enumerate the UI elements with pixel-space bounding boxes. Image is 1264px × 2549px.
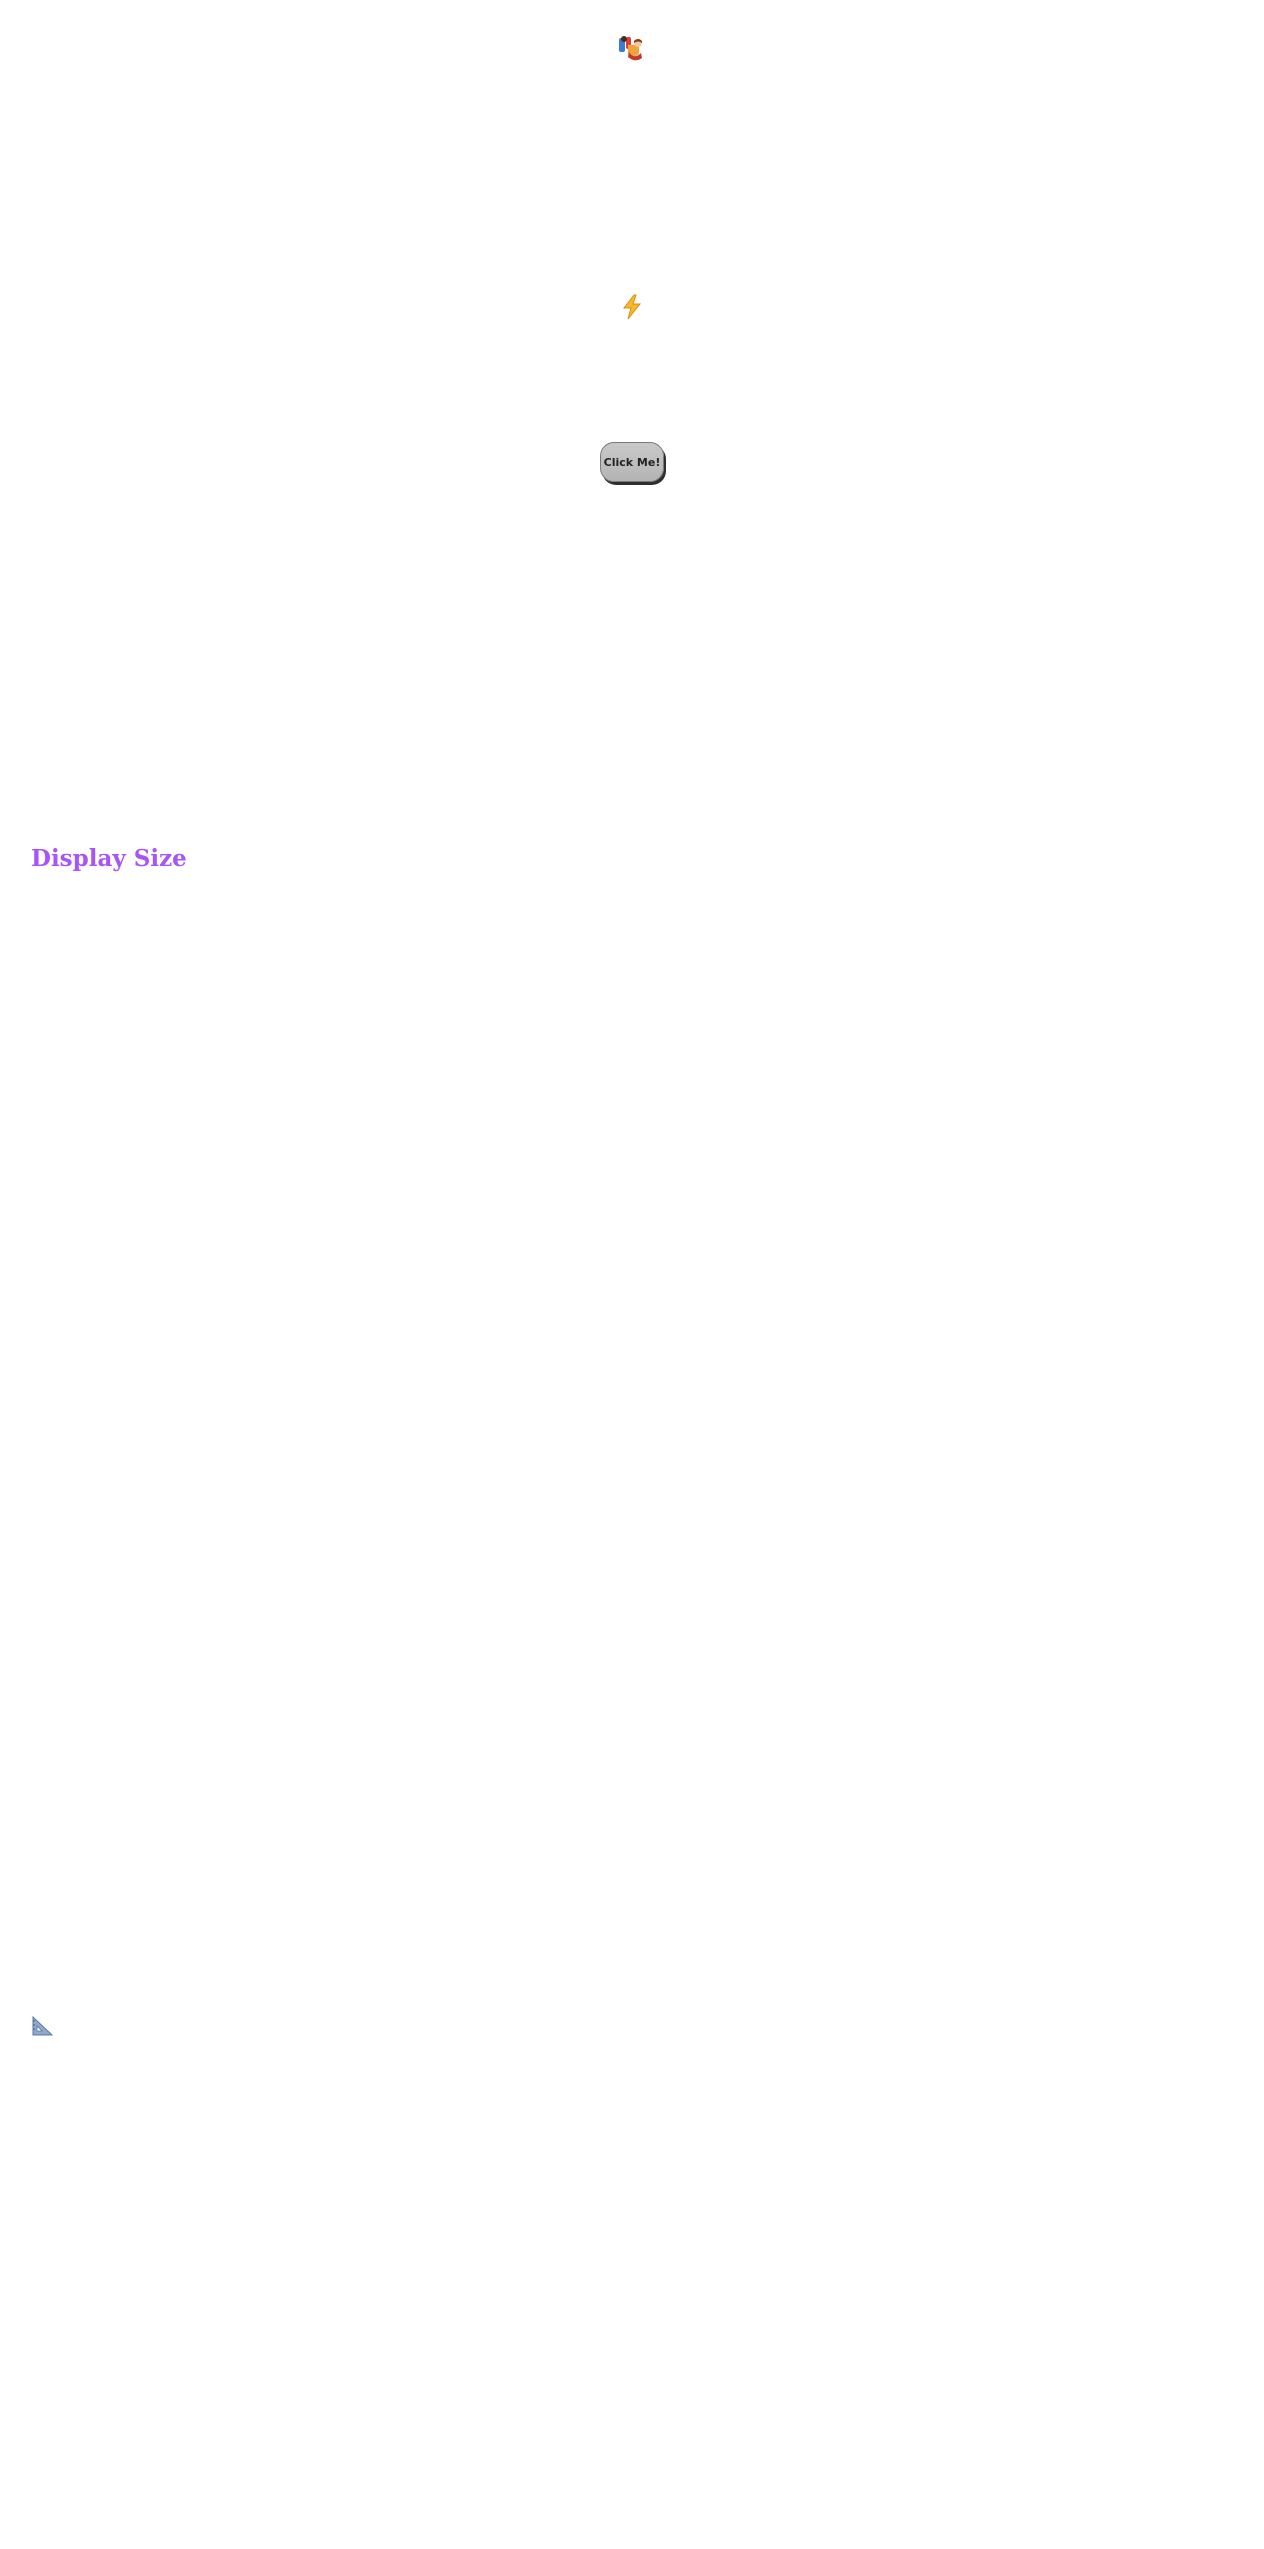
section-title-display-size: Display Size <box>31 845 187 872</box>
dancers-icon <box>617 34 645 62</box>
triangular-ruler-icon <box>32 2015 54 2036</box>
lightning-bolt-icon <box>620 294 644 320</box>
click-me-button[interactable]: Click Me! <box>600 442 664 482</box>
